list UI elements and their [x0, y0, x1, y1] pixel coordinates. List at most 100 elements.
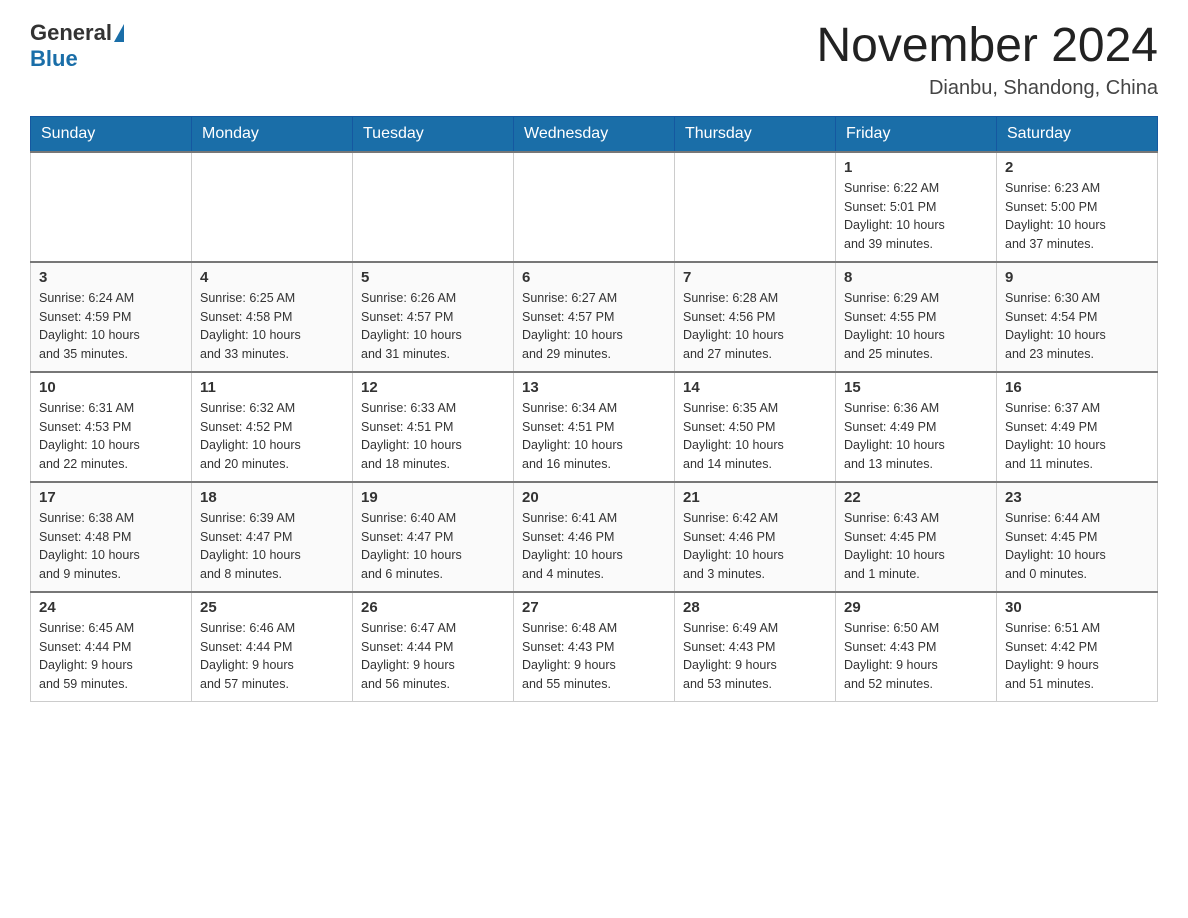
day-number: 1 [844, 159, 988, 176]
logo-triangle-icon [114, 24, 124, 42]
location-subtitle: Dianbu, Shandong, China [816, 77, 1158, 100]
day-info: Sunrise: 6:28 AM Sunset: 4:56 PM Dayligh… [683, 289, 827, 364]
day-number: 24 [39, 599, 183, 616]
calendar-day-cell: 20 Sunrise: 6:41 AM Sunset: 4:46 PM Dayli… [514, 482, 675, 592]
calendar-day-cell: 1Sunrise: 6:22 AM Sunset: 5:01 PM Daylig… [836, 152, 997, 262]
day-number: 29 [844, 599, 988, 616]
day-info: Sunrise: 6:23 AM Sunset: 5:00 PM Dayligh… [1005, 179, 1149, 254]
calendar-day-cell: 15 Sunrise: 6:36 AM Sunset: 4:49 PM Dayli… [836, 372, 997, 482]
day-info: Sunrise: 6:37 AM Sunset: 4:49 PM Dayligh… [1005, 399, 1149, 474]
day-info: Sunrise: 6:24 AM Sunset: 4:59 PM Dayligh… [39, 289, 183, 364]
day-of-week-header: Saturday [997, 116, 1158, 152]
calendar-day-cell: 3 Sunrise: 6:24 AM Sunset: 4:59 PM Daylig… [31, 262, 192, 372]
day-info: Sunrise: 6:41 AM Sunset: 4:46 PM Dayligh… [522, 509, 666, 584]
day-info: Sunrise: 6:38 AM Sunset: 4:48 PM Dayligh… [39, 509, 183, 584]
calendar-day-cell: 25 Sunrise: 6:46 AM Sunset: 4:44 PM Dayli… [192, 592, 353, 702]
day-number: 5 [361, 269, 505, 286]
calendar-day-cell: 28 Sunrise: 6:49 AM Sunset: 4:43 PM Dayli… [675, 592, 836, 702]
day-info: Sunrise: 6:34 AM Sunset: 4:51 PM Dayligh… [522, 399, 666, 474]
calendar-day-cell: 24 Sunrise: 6:45 AM Sunset: 4:44 PM Dayli… [31, 592, 192, 702]
calendar-day-cell: 8Sunrise: 6:29 AM Sunset: 4:55 PM Daylig… [836, 262, 997, 372]
page-header: General Blue November 2024 Dianbu, Shand… [30, 20, 1158, 100]
calendar-day-cell [514, 152, 675, 262]
calendar-week-row: 3 Sunrise: 6:24 AM Sunset: 4:59 PM Daylig… [31, 262, 1158, 372]
month-year-title: November 2024 [816, 20, 1158, 73]
calendar-day-cell [353, 152, 514, 262]
day-info: Sunrise: 6:29 AM Sunset: 4:55 PM Dayligh… [844, 289, 988, 364]
calendar-week-row: 24 Sunrise: 6:45 AM Sunset: 4:44 PM Dayli… [31, 592, 1158, 702]
calendar-day-cell: 23 Sunrise: 6:44 AM Sunset: 4:45 PM Dayli… [997, 482, 1158, 592]
day-number: 6 [522, 269, 666, 286]
day-info: Sunrise: 6:25 AM Sunset: 4:58 PM Dayligh… [200, 289, 344, 364]
calendar-day-cell: 13 Sunrise: 6:34 AM Sunset: 4:51 PM Dayli… [514, 372, 675, 482]
day-info: Sunrise: 6:40 AM Sunset: 4:47 PM Dayligh… [361, 509, 505, 584]
calendar-day-cell: 27Sunrise: 6:48 AM Sunset: 4:43 PM Dayli… [514, 592, 675, 702]
calendar-day-cell: 12 Sunrise: 6:33 AM Sunset: 4:51 PM Dayli… [353, 372, 514, 482]
day-of-week-header: Tuesday [353, 116, 514, 152]
day-number: 11 [200, 379, 344, 396]
day-number: 25 [200, 599, 344, 616]
calendar-day-cell: 10 Sunrise: 6:31 AM Sunset: 4:53 PM Dayli… [31, 372, 192, 482]
day-number: 17 [39, 489, 183, 506]
day-number: 3 [39, 269, 183, 286]
calendar-day-cell: 30Sunrise: 6:51 AM Sunset: 4:42 PM Dayli… [997, 592, 1158, 702]
day-number: 16 [1005, 379, 1149, 396]
days-header-row: SundayMondayTuesdayWednesdayThursdayFrid… [31, 116, 1158, 152]
day-info: Sunrise: 6:47 AM Sunset: 4:44 PM Dayligh… [361, 619, 505, 694]
day-info: Sunrise: 6:49 AM Sunset: 4:43 PM Dayligh… [683, 619, 827, 694]
day-info: Sunrise: 6:50 AM Sunset: 4:43 PM Dayligh… [844, 619, 988, 694]
calendar-week-row: 1Sunrise: 6:22 AM Sunset: 5:01 PM Daylig… [31, 152, 1158, 262]
day-number: 12 [361, 379, 505, 396]
day-number: 23 [1005, 489, 1149, 506]
logo-blue-text: Blue [30, 46, 78, 72]
day-number: 15 [844, 379, 988, 396]
day-number: 13 [522, 379, 666, 396]
day-number: 27 [522, 599, 666, 616]
day-number: 26 [361, 599, 505, 616]
day-info: Sunrise: 6:39 AM Sunset: 4:47 PM Dayligh… [200, 509, 344, 584]
calendar-day-cell: 26 Sunrise: 6:47 AM Sunset: 4:44 PM Dayli… [353, 592, 514, 702]
day-number: 19 [361, 489, 505, 506]
calendar-day-cell: 6 Sunrise: 6:27 AM Sunset: 4:57 PM Daylig… [514, 262, 675, 372]
title-section: November 2024 Dianbu, Shandong, China [816, 20, 1158, 100]
day-number: 18 [200, 489, 344, 506]
calendar-table: SundayMondayTuesdayWednesdayThursdayFrid… [30, 116, 1158, 703]
calendar-day-cell: 18 Sunrise: 6:39 AM Sunset: 4:47 PM Dayli… [192, 482, 353, 592]
calendar-day-cell: 9 Sunrise: 6:30 AM Sunset: 4:54 PM Daylig… [997, 262, 1158, 372]
day-number: 22 [844, 489, 988, 506]
day-number: 28 [683, 599, 827, 616]
calendar-day-cell: 2 Sunrise: 6:23 AM Sunset: 5:00 PM Daylig… [997, 152, 1158, 262]
day-number: 2 [1005, 159, 1149, 176]
day-info: Sunrise: 6:44 AM Sunset: 4:45 PM Dayligh… [1005, 509, 1149, 584]
day-of-week-header: Friday [836, 116, 997, 152]
day-number: 9 [1005, 269, 1149, 286]
day-number: 4 [200, 269, 344, 286]
day-number: 21 [683, 489, 827, 506]
day-info: Sunrise: 6:43 AM Sunset: 4:45 PM Dayligh… [844, 509, 988, 584]
day-info: Sunrise: 6:26 AM Sunset: 4:57 PM Dayligh… [361, 289, 505, 364]
day-number: 20 [522, 489, 666, 506]
calendar-day-cell: 11 Sunrise: 6:32 AM Sunset: 4:52 PM Dayli… [192, 372, 353, 482]
day-info: Sunrise: 6:33 AM Sunset: 4:51 PM Dayligh… [361, 399, 505, 474]
day-info: Sunrise: 6:46 AM Sunset: 4:44 PM Dayligh… [200, 619, 344, 694]
day-info: Sunrise: 6:32 AM Sunset: 4:52 PM Dayligh… [200, 399, 344, 474]
day-of-week-header: Sunday [31, 116, 192, 152]
day-number: 30 [1005, 599, 1149, 616]
day-of-week-header: Wednesday [514, 116, 675, 152]
day-info: Sunrise: 6:31 AM Sunset: 4:53 PM Dayligh… [39, 399, 183, 474]
logo-general-text: General [30, 20, 112, 46]
calendar-day-cell: 17 Sunrise: 6:38 AM Sunset: 4:48 PM Dayli… [31, 482, 192, 592]
calendar-day-cell: 16 Sunrise: 6:37 AM Sunset: 4:49 PM Dayli… [997, 372, 1158, 482]
day-info: Sunrise: 6:27 AM Sunset: 4:57 PM Dayligh… [522, 289, 666, 364]
day-of-week-header: Monday [192, 116, 353, 152]
calendar-day-cell: 22 Sunrise: 6:43 AM Sunset: 4:45 PM Dayli… [836, 482, 997, 592]
day-number: 7 [683, 269, 827, 286]
day-info: Sunrise: 6:36 AM Sunset: 4:49 PM Dayligh… [844, 399, 988, 474]
calendar-day-cell: 29 Sunrise: 6:50 AM Sunset: 4:43 PM Dayli… [836, 592, 997, 702]
calendar-day-cell: 14Sunrise: 6:35 AM Sunset: 4:50 PM Dayli… [675, 372, 836, 482]
day-number: 10 [39, 379, 183, 396]
day-info: Sunrise: 6:45 AM Sunset: 4:44 PM Dayligh… [39, 619, 183, 694]
day-info: Sunrise: 6:42 AM Sunset: 4:46 PM Dayligh… [683, 509, 827, 584]
calendar-day-cell: 21 Sunrise: 6:42 AM Sunset: 4:46 PM Dayli… [675, 482, 836, 592]
day-info: Sunrise: 6:30 AM Sunset: 4:54 PM Dayligh… [1005, 289, 1149, 364]
